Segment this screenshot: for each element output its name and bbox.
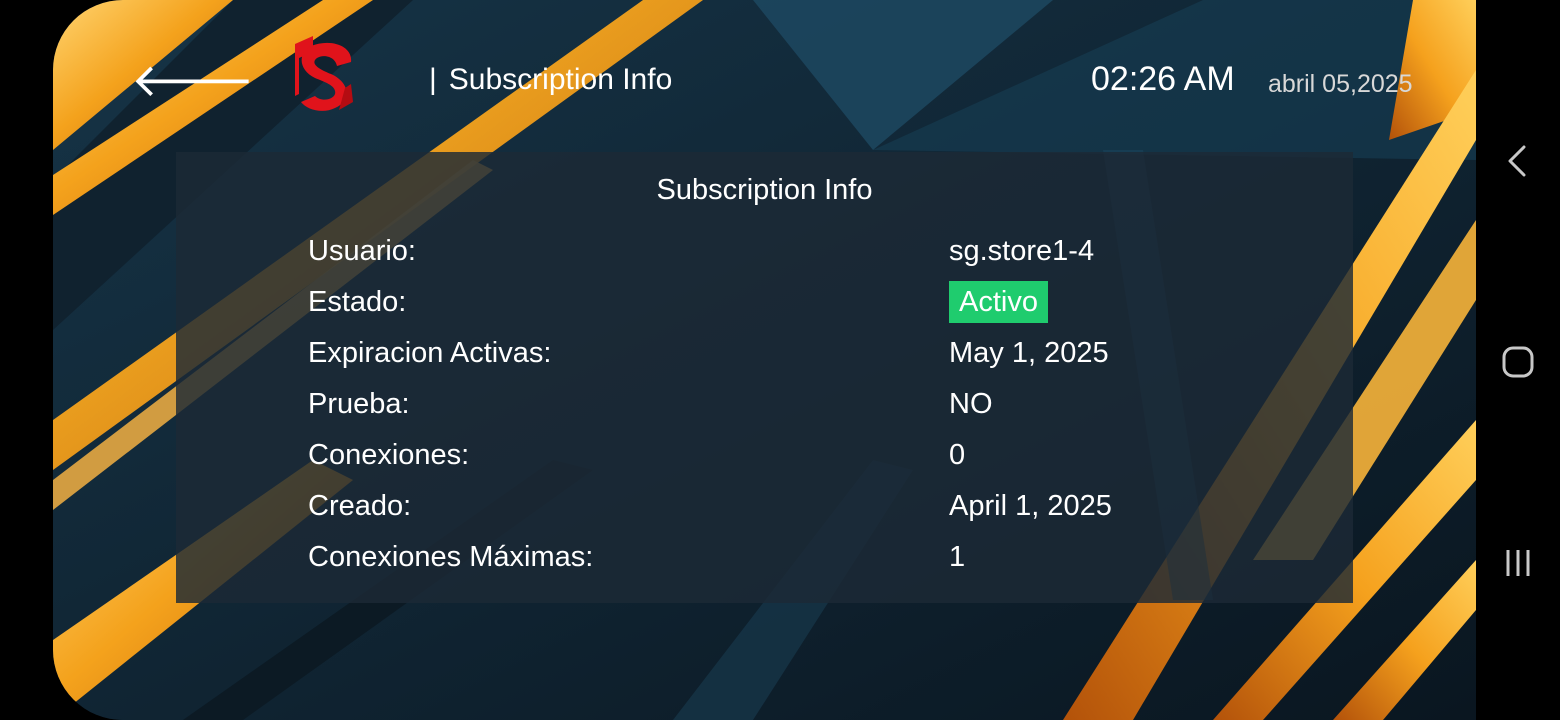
brand-logo [295, 36, 353, 111]
clock-date: abril 05,2025 [1268, 70, 1413, 98]
info-label: Usuario: [308, 235, 416, 267]
info-label: Creado: [308, 490, 412, 522]
info-label: Estado: [308, 286, 407, 318]
info-value: 0 [949, 439, 966, 471]
info-label: Conexiones Máximas: [308, 541, 594, 573]
chevron-left-icon[interactable] [1498, 141, 1538, 181]
info-row-conexiones-maximas: Conexiones Máximas: 1 [176, 532, 1353, 582]
info-label: Conexiones: [308, 439, 470, 471]
info-value: April 1, 2025 [949, 490, 1112, 522]
app-screen: 🡐 | Subscription Info 02:26 AM abril 05,2… [53, 0, 1476, 720]
rounded-square-icon[interactable] [1498, 342, 1538, 382]
info-row-expiracion: Expiracion Activas: May 1, 2025 [176, 328, 1353, 378]
info-value: May 1, 2025 [949, 337, 1109, 369]
info-row-prueba: Prueba: NO [176, 379, 1353, 429]
title-separator: | [429, 63, 437, 96]
back-button[interactable]: 🡐 [131, 52, 254, 108]
info-label: Prueba: [308, 388, 410, 420]
info-value: 1 [949, 541, 966, 573]
top-bar: 🡐 | Subscription Info 02:26 AM abril 05,2… [53, 0, 1476, 150]
info-value: sg.store1-4 [949, 235, 1095, 267]
three-bars-icon[interactable] [1498, 543, 1538, 583]
page-title-text: Subscription Info [448, 63, 673, 96]
system-navigation-bar [1476, 0, 1560, 720]
info-row-creado: Creado: April 1, 2025 [176, 481, 1353, 531]
panel-title: Subscription Info [656, 174, 873, 206]
info-label: Expiracion Activas: [308, 337, 552, 369]
info-row-conexiones: Conexiones: 0 [176, 430, 1353, 480]
page-title: | Subscription Info [429, 58, 672, 102]
subscription-info-panel: Subscription Info Usuario: sg.store1-4 E… [176, 152, 1353, 603]
info-row-estado: Estado: Activo [176, 277, 1353, 327]
clock-time: 02:26 AM [1091, 60, 1235, 98]
arrow-left-icon: 🡐 [131, 54, 255, 106]
status-badge: Activo [949, 281, 1048, 323]
info-row-usuario: Usuario: sg.store1-4 [176, 226, 1353, 276]
info-value: NO [949, 388, 993, 420]
